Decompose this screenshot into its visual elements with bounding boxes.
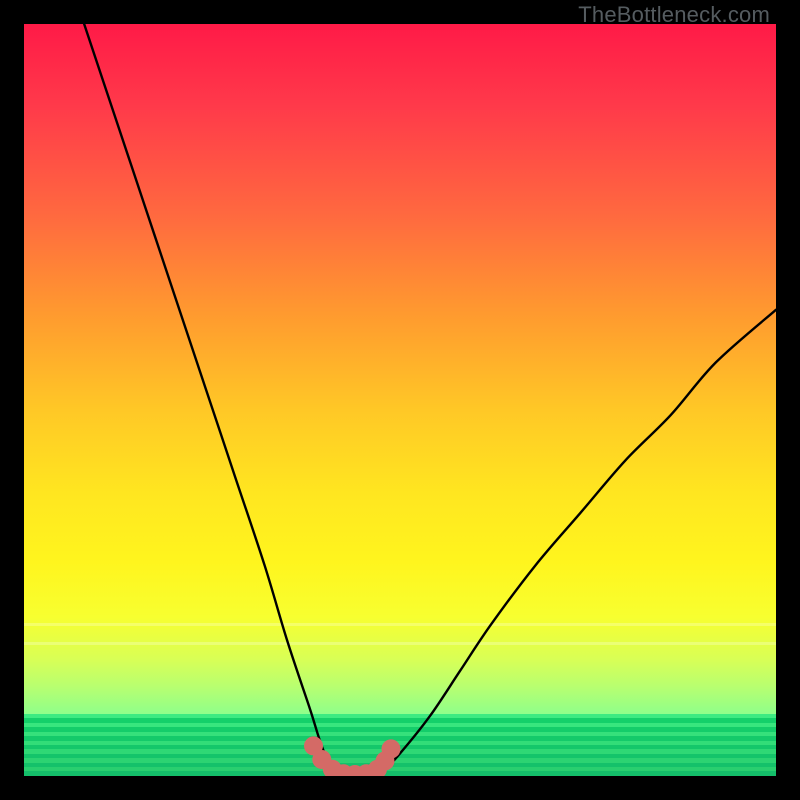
sweet-spot-markers — [304, 736, 400, 776]
sweet-spot-dot — [381, 739, 400, 758]
chart-frame: TheBottleneck.com — [0, 0, 800, 800]
bottleneck-curve — [84, 24, 776, 776]
curve-layer — [24, 24, 776, 776]
plot-area — [24, 24, 776, 776]
